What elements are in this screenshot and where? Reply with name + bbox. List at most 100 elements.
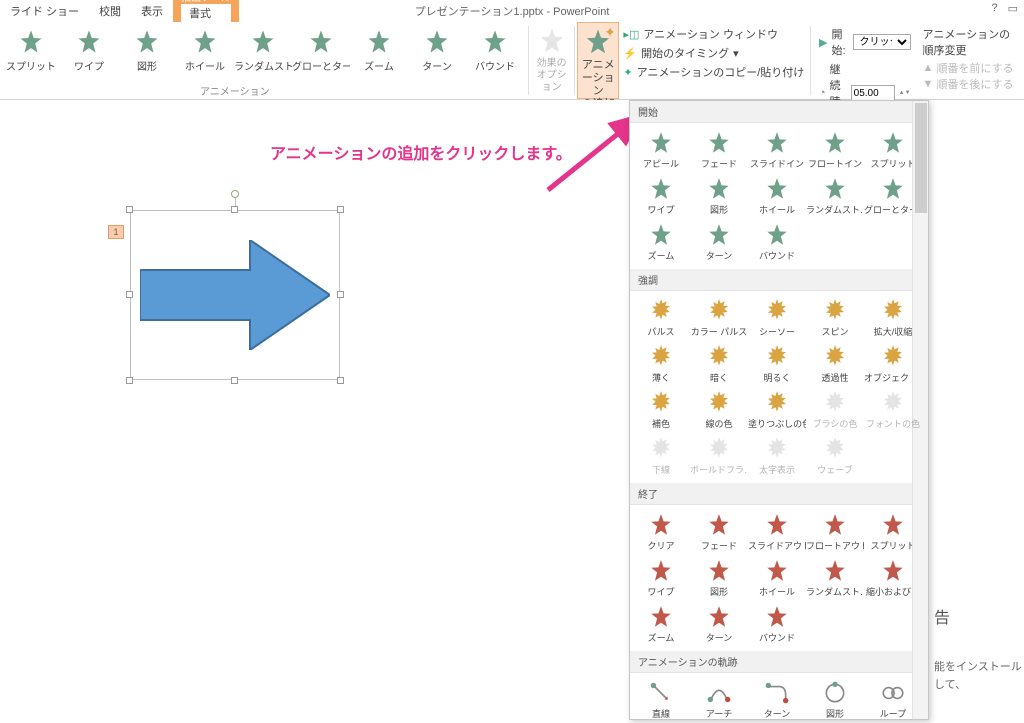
dropdown-item[interactable]: アーチ [690,677,748,720]
gallery-item[interactable]: ターン [408,26,466,75]
dropdown-item[interactable]: 透過性 [806,341,864,387]
dropdown-section-header: アニメーションの軌跡 [630,651,928,673]
dropdown-item[interactable]: 暗く [690,341,748,387]
dropdown-item: 太字表示 [748,433,806,479]
document-title: プレゼンテーション1.pptx - PowerPoint [415,3,610,19]
dropdown-item[interactable]: シーソー [748,295,806,341]
resize-handle[interactable] [126,291,133,298]
dropdown-grid: 直線アーチターン図形ループ [630,673,928,720]
animation-painter-button[interactable]: ✦アニメーションのコピー/貼り付け [623,64,804,80]
dropdown-item[interactable]: 図形 [690,173,748,219]
help-icon[interactable]: ? [991,2,997,15]
dropdown-item[interactable]: バウンド [748,219,806,265]
gallery-item[interactable]: ランダムスト… [234,26,292,75]
dropdown-item[interactable]: ターン [748,677,806,720]
dropdown-item[interactable]: カラー パルス [690,295,748,341]
dropdown-item[interactable]: 補色 [632,387,690,433]
resize-handle[interactable] [231,206,238,213]
dropdown-item[interactable]: 図形 [690,555,748,601]
tab-format[interactable]: 書式 [181,4,231,22]
painter-icon: ✦ [623,66,632,79]
resize-handle[interactable] [126,377,133,384]
dropdown-item[interactable]: 図形 [806,677,864,720]
dropdown-item[interactable]: 線の色 [690,387,748,433]
resize-handle[interactable] [337,206,344,213]
pane-icon: ▸◫ [623,28,639,41]
dropdown-item[interactable]: ランダムスト… [806,173,864,219]
animation-order-tag[interactable]: 1 [108,225,124,239]
effect-options-button: 効果の オプション [531,22,573,99]
gallery-item[interactable]: ホイール [176,26,234,75]
advanced-animation-group: ▸◫アニメーション ウィンドウ ⚡開始のタイミング ▾ ✦アニメーションのコピー… [619,22,808,99]
gallery-item[interactable]: グローとターン [292,26,350,75]
gallery-item[interactable]: スプリット [2,26,60,75]
duration-icon: ◔ [819,87,826,99]
animation-pane-button[interactable]: ▸◫アニメーション ウィンドウ [623,26,804,42]
dropdown-item[interactable]: 塗りつぶしの色 [748,387,806,433]
dropdown-item[interactable]: クリア [632,509,690,555]
dropdown-item[interactable]: スライドアウト [748,509,806,555]
ribbon: スプリットワイプ図形ホイールランダムスト…グローとターンズームターンバウンド ア… [0,22,1024,100]
resize-handle[interactable] [126,206,133,213]
dropdown-item[interactable]: フロートアウト [806,509,864,555]
dropdown-item[interactable]: フェード [690,509,748,555]
dropdown-section-header: 開始 [630,101,928,123]
resize-handle[interactable] [231,377,238,384]
tab-review[interactable]: 校閲 [89,0,131,22]
tab-slideshow[interactable]: ライド ショー [0,0,89,22]
dropdown-item[interactable]: ターン [690,601,748,647]
dropdown-item[interactable]: ターン [690,219,748,265]
ribbon-group-label: アニメーション [200,83,270,98]
dropdown-item[interactable]: スピン [806,295,864,341]
dropdown-item[interactable]: ワイプ [632,173,690,219]
dropdown-item[interactable]: 直線 [632,677,690,720]
dropdown-item[interactable]: ワイプ [632,555,690,601]
trigger-icon: ⚡ [623,47,637,60]
add-animation-dropdown[interactable]: 開始アピールフェードスライドインフロートインスプリットワイプ図形ホイールランダム… [629,100,929,720]
dropdown-section-header: 終了 [630,483,928,505]
slide-canvas[interactable]: アニメーションの追加をクリックします。 1 告 能をインストールして、 開始アピ… [0,100,1024,720]
side-panel-peek: 告 能をインストールして、 [934,610,1024,694]
dropdown-item[interactable]: ランダムスト… [806,555,864,601]
selected-shape[interactable]: 1 [130,210,340,380]
gallery-item[interactable]: 図形 [118,26,176,75]
start-select[interactable]: クリック時 [853,34,911,50]
dropdown-grid: アピールフェードスライドインフロートインスプリットワイプ図形ホイールランダムスト… [630,123,928,269]
dropdown-item[interactable]: 薄く [632,341,690,387]
move-later-button: ▼ 順番を後にする [923,76,1018,92]
trigger-button[interactable]: ⚡開始のタイミング ▾ [623,45,804,61]
tab-context-group: 描画ツール 書式 [173,0,239,22]
dropdown-item[interactable]: フロートイン [806,127,864,173]
effect-options-icon [537,26,567,56]
dropdown-item[interactable]: ホイール [748,173,806,219]
window-controls: ? ▭ [991,2,1018,15]
add-animation-button[interactable]: ✦ アニメーション の追加 ▾ [577,22,619,99]
dropdown-grid: パルスカラー パルスシーソースピン拡大/収縮薄く暗く明るく透過性オブジェクト …… [630,291,928,483]
duration-input[interactable] [851,85,895,101]
dropdown-item[interactable]: アピール [632,127,690,173]
rotate-handle[interactable] [231,190,239,198]
tab-view[interactable]: 表示 [131,0,173,22]
add-animation-icon: ✦ [583,27,613,57]
ribbon-display-icon[interactable]: ▭ [1008,2,1018,15]
dropdown-item[interactable]: 明るく [748,341,806,387]
dropdown-item[interactable]: バウンド [748,601,806,647]
dropdown-item[interactable]: フェード [690,127,748,173]
dropdown-grid: クリアフェードスライドアウトフロートアウトスプリットワイプ図形ホイールランダムス… [630,505,928,651]
timing-group: ▶開始:クリック時 ◔継続時間:▲▼ ◷遅延:▲▼ [813,22,917,99]
resize-handle[interactable] [337,377,344,384]
dropdown-item[interactable]: スライドイン [748,127,806,173]
reorder-group: アニメーションの順序変更 ▲ 順番を前にする ▼ 順番を後にする [917,22,1024,99]
gallery-item[interactable]: バウンド [466,26,524,75]
svg-text:✦: ✦ [605,27,614,40]
gallery-item[interactable]: ズーム [350,26,408,75]
dropdown-item[interactable]: パルス [632,295,690,341]
gallery-item[interactable]: ワイプ [60,26,118,75]
start-play-icon: ▶ [819,36,827,49]
dropdown-item: 下線 [632,433,690,479]
dropdown-item[interactable]: ズーム [632,601,690,647]
resize-handle[interactable] [337,291,344,298]
dropdown-item[interactable]: ホイール [748,555,806,601]
annotation-text: アニメーションの追加をクリックします。 [270,140,572,164]
dropdown-item[interactable]: ズーム [632,219,690,265]
